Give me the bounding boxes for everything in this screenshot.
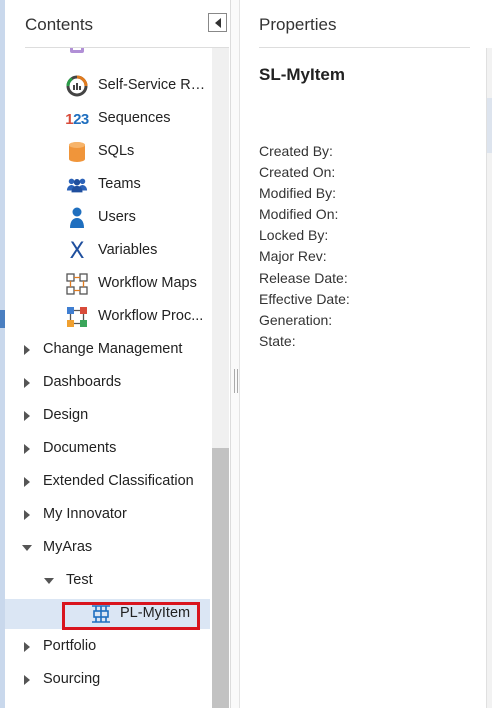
selection-highlight-box bbox=[62, 602, 200, 630]
users-icon bbox=[66, 207, 88, 229]
property-label: Major Rev: bbox=[259, 248, 327, 265]
tree-item-label: MyAras bbox=[43, 539, 93, 555]
tree-item-sqls[interactable]: SQLs bbox=[5, 137, 210, 167]
expand-right-icon[interactable] bbox=[24, 411, 30, 421]
property-list: Created By: Created On: Modified By: Modifi… bbox=[259, 141, 350, 352]
collapse-contents-button[interactable] bbox=[208, 13, 227, 32]
tree-item-label: Test bbox=[66, 572, 93, 588]
property-label: Generation: bbox=[259, 311, 333, 328]
chevron-left-icon bbox=[214, 17, 221, 28]
property-label: Locked By: bbox=[259, 227, 329, 244]
contents-tree: Self-Service Re... 123 Sequences SQLs Teams U… bbox=[5, 48, 210, 708]
property-label: Modified On: bbox=[259, 206, 339, 223]
expand-down-icon[interactable] bbox=[22, 545, 32, 551]
scrollbar-thumb[interactable] bbox=[212, 448, 229, 708]
workflow-process-icon bbox=[66, 306, 88, 328]
tree-item-label: Documents bbox=[43, 440, 117, 456]
tree-item-label: Portfolio bbox=[43, 638, 97, 654]
tree-item-label: Design bbox=[43, 407, 89, 423]
teams-icon bbox=[66, 174, 88, 196]
tree-item-my-innovator[interactable]: My Innovator bbox=[5, 500, 210, 530]
tree-item-extended-classification[interactable]: Extended Classification bbox=[5, 467, 210, 497]
panel-splitter[interactable] bbox=[231, 0, 240, 708]
tree-item-users[interactable]: Users bbox=[5, 203, 210, 233]
sequences-icon: 123 bbox=[65, 108, 89, 130]
tree-item-myaras[interactable]: MyAras bbox=[5, 533, 210, 563]
property-label: State: bbox=[259, 332, 296, 349]
expand-right-icon[interactable] bbox=[24, 477, 30, 487]
tree-item-label: Change Management bbox=[43, 341, 183, 357]
sqls-icon bbox=[66, 141, 88, 163]
tree-item-partial-bottom[interactable] bbox=[5, 698, 210, 708]
contents-title: Contents bbox=[25, 15, 94, 34]
property-label: Created On: bbox=[259, 164, 336, 181]
expand-right-icon[interactable] bbox=[24, 675, 30, 685]
partial-item-icon bbox=[66, 48, 88, 57]
expand-down-icon[interactable] bbox=[44, 578, 54, 584]
tree-item-self-service-re[interactable]: Self-Service Re... bbox=[5, 71, 210, 101]
right-edge-marker bbox=[487, 98, 492, 153]
tree-item-label: Workflow Maps bbox=[98, 275, 197, 291]
property-label: Created By: bbox=[259, 143, 333, 159]
tree-item-label: Sequences bbox=[98, 110, 171, 126]
contents-scrollbar[interactable] bbox=[212, 48, 229, 708]
contents-panel: Contents Self-Service Re... 123 Sequences S… bbox=[5, 0, 231, 708]
expand-right-icon[interactable] bbox=[24, 345, 30, 355]
tree-item-workflow-proc[interactable]: Workflow Proc... bbox=[5, 302, 210, 332]
tree-item-label: Teams bbox=[98, 176, 141, 192]
expand-right-icon[interactable] bbox=[24, 510, 30, 520]
tree-item-label: Self-Service Re... bbox=[98, 77, 210, 93]
tree-item-label: Dashboards bbox=[43, 374, 122, 390]
icon-glyph: 123 bbox=[65, 110, 89, 128]
properties-panel: Properties SL-MyItem Created By: Created … bbox=[240, 0, 492, 708]
tree-item-design[interactable]: Design bbox=[5, 401, 210, 431]
tree-item-label: Workflow Proc... bbox=[98, 308, 204, 324]
tree-item-dashboards[interactable]: Dashboards bbox=[5, 368, 210, 398]
tree-item-test[interactable]: Test bbox=[5, 566, 210, 596]
tree-item-label: Extended Classification bbox=[43, 473, 194, 489]
tree-item-portfolio[interactable]: Portfolio bbox=[5, 632, 210, 662]
property-label: Effective Date: bbox=[259, 290, 350, 307]
tree-item-workflow-maps[interactable]: Workflow Maps bbox=[5, 269, 210, 299]
tree-item-variables[interactable]: X Variables bbox=[5, 236, 210, 266]
property-label: Release Date: bbox=[259, 269, 348, 286]
tree-item-label: Users bbox=[98, 209, 136, 225]
splitter-grip[interactable] bbox=[234, 369, 238, 393]
tree-item-sequences[interactable]: 123 Sequences bbox=[5, 104, 210, 134]
tree-item-label: SQLs bbox=[98, 143, 135, 159]
item-name: SL-MyItem bbox=[259, 65, 345, 84]
tree-item-change-management[interactable]: Change Management bbox=[5, 335, 210, 365]
tree-item-label: My Innovator bbox=[43, 506, 127, 522]
icon-glyph: X bbox=[69, 238, 85, 264]
tree-item-label: Variables bbox=[98, 242, 158, 258]
properties-divider bbox=[259, 47, 470, 48]
tree-item-pl-myitem[interactable]: PL-MyItem bbox=[5, 599, 210, 630]
tree-item-label: Sourcing bbox=[43, 671, 101, 687]
right-window-edge bbox=[486, 48, 492, 708]
tree-item-teams[interactable]: Teams bbox=[5, 170, 210, 200]
property-label: Modified By: bbox=[259, 185, 337, 202]
expand-right-icon[interactable] bbox=[24, 642, 30, 652]
expand-right-icon[interactable] bbox=[24, 444, 30, 454]
variables-icon: X bbox=[66, 238, 88, 264]
self-service-report-icon bbox=[66, 75, 88, 97]
properties-title: Properties bbox=[259, 15, 337, 34]
workflow-maps-icon bbox=[66, 273, 88, 295]
tree-item-sourcing[interactable]: Sourcing bbox=[5, 665, 210, 695]
tree-item-partial[interactable] bbox=[5, 48, 210, 61]
tree-item-documents[interactable]: Documents bbox=[5, 434, 210, 464]
expand-right-icon[interactable] bbox=[24, 378, 30, 388]
